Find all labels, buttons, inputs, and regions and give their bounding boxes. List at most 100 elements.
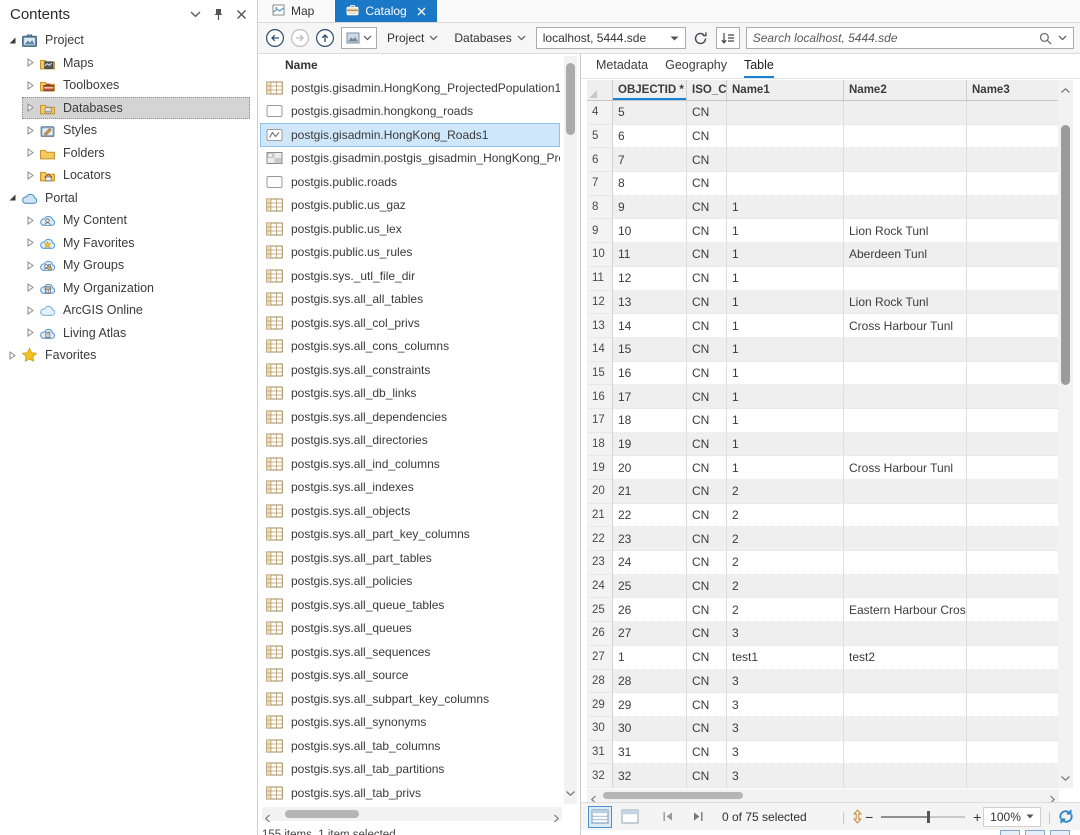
cell[interactable]: Cross Harbour Tunl: [844, 314, 967, 338]
tree-item-toolboxes[interactable]: Toolboxes: [22, 74, 250, 97]
list-item-postgis-gisadmin-hongkong-roads[interactable]: postgis.gisadmin.hongkong_roads: [260, 100, 560, 124]
cell[interactable]: 21: [613, 480, 687, 504]
cell[interactable]: CN: [687, 433, 727, 457]
cell[interactable]: 5: [613, 101, 687, 125]
list-item-postgis-sys-all-queues[interactable]: postgis.sys.all_queues: [260, 617, 560, 641]
row-number[interactable]: 23: [587, 551, 613, 575]
cell[interactable]: [844, 338, 967, 362]
close-pane-icon[interactable]: [236, 9, 247, 20]
cell[interactable]: 1: [727, 409, 844, 433]
scroll-down-icon[interactable]: [565, 784, 576, 802]
cell[interactable]: [844, 433, 967, 457]
cell[interactable]: [844, 172, 967, 196]
cell[interactable]: 16: [613, 362, 687, 386]
cell[interactable]: CN: [687, 670, 727, 694]
tree-item-my-content[interactable]: My Content: [22, 209, 250, 232]
row-number[interactable]: 32: [587, 764, 613, 788]
list-item-postgis-sys-all-constraints[interactable]: postgis.sys.all_constraints: [260, 358, 560, 382]
cell[interactable]: CN: [687, 243, 727, 267]
tree-item-my-organization[interactable]: My Organization: [22, 277, 250, 300]
tree-item-my-groups[interactable]: My Groups: [22, 254, 250, 277]
zoom-level-dropdown[interactable]: 100%: [983, 807, 1041, 827]
cell[interactable]: 3: [727, 764, 844, 788]
cell[interactable]: test2: [844, 646, 967, 670]
row-number[interactable]: 22: [587, 527, 613, 551]
cell[interactable]: 27: [613, 622, 687, 646]
cell[interactable]: 26: [613, 598, 687, 622]
column-header-iso-cc[interactable]: ISO_CC: [687, 80, 727, 101]
cell[interactable]: CN: [687, 456, 727, 480]
cell[interactable]: 1: [727, 362, 844, 386]
cell[interactable]: [967, 598, 1059, 622]
scrollbar-thumb[interactable]: [603, 792, 743, 799]
list-item-postgis-sys-all-policies[interactable]: postgis.sys.all_policies: [260, 570, 560, 594]
tree-item-maps[interactable]: Maps: [22, 52, 250, 75]
cell[interactable]: [844, 267, 967, 291]
scrollbar-thumb[interactable]: [1061, 125, 1070, 385]
cell[interactable]: [967, 267, 1059, 291]
caret-expanded-icon[interactable]: [5, 193, 20, 202]
tree-item-arcgis-online[interactable]: ArcGIS Online: [22, 299, 250, 322]
cell[interactable]: CN: [687, 125, 727, 149]
cell[interactable]: [844, 196, 967, 220]
last-record-button[interactable]: [686, 806, 710, 828]
cell[interactable]: [967, 433, 1059, 457]
cell[interactable]: 1: [727, 267, 844, 291]
cell[interactable]: 2: [727, 551, 844, 575]
cell[interactable]: 1: [727, 433, 844, 457]
cell[interactable]: test1: [727, 646, 844, 670]
zoom-in-button[interactable]: +: [971, 809, 983, 825]
cell[interactable]: 1: [727, 314, 844, 338]
cell[interactable]: [967, 527, 1059, 551]
pane-menu-chevron-icon[interactable]: [190, 11, 201, 18]
cell[interactable]: [727, 172, 844, 196]
cell[interactable]: CN: [687, 314, 727, 338]
cell[interactable]: 1: [727, 243, 844, 267]
caret-collapsed-icon[interactable]: [23, 171, 38, 180]
cell[interactable]: 28: [613, 670, 687, 694]
caret-collapsed-icon[interactable]: [23, 261, 38, 270]
cell[interactable]: 8: [613, 172, 687, 196]
cell[interactable]: [967, 219, 1059, 243]
row-number[interactable]: 27: [587, 646, 613, 670]
caret-collapsed-icon[interactable]: [23, 283, 38, 292]
cell[interactable]: 30: [613, 717, 687, 741]
cell[interactable]: [844, 125, 967, 149]
cell[interactable]: 23: [613, 527, 687, 551]
list-item-postgis-sys-all-part-tables[interactable]: postgis.sys.all_part_tables: [260, 546, 560, 570]
cell[interactable]: Cross Harbour Tunl: [844, 456, 967, 480]
table-view-button[interactable]: [588, 806, 612, 828]
cell[interactable]: 9: [613, 196, 687, 220]
tree-item-project[interactable]: Project: [4, 29, 250, 52]
cell[interactable]: [967, 196, 1059, 220]
list-item-postgis-public-roads[interactable]: postgis.public.roads: [260, 170, 560, 194]
row-number[interactable]: 7: [587, 172, 613, 196]
cell[interactable]: Eastern Harbour Cross...: [844, 598, 967, 622]
cell[interactable]: [844, 693, 967, 717]
cell[interactable]: 2: [727, 480, 844, 504]
cell[interactable]: [844, 575, 967, 599]
cell[interactable]: [967, 480, 1059, 504]
cell[interactable]: [967, 693, 1059, 717]
list-item-postgis-sys-all-cons-columns[interactable]: postgis.sys.all_cons_columns: [260, 335, 560, 359]
tree-item-favorites[interactable]: Favorites: [4, 344, 250, 367]
scroll-up-icon[interactable]: [1060, 81, 1071, 99]
list-item-postgis-sys-all-dependencies[interactable]: postgis.sys.all_dependencies: [260, 405, 560, 429]
cell[interactable]: [727, 125, 844, 149]
tab-catalog[interactable]: Catalog: [335, 0, 436, 22]
cell[interactable]: 13: [613, 291, 687, 315]
tree-item-my-favorites[interactable]: My Favorites: [22, 232, 250, 255]
caret-collapsed-icon[interactable]: [23, 103, 38, 112]
name-column-header[interactable]: Name: [258, 54, 580, 76]
cell[interactable]: [967, 362, 1059, 386]
cell[interactable]: 17: [613, 385, 687, 409]
list-item-postgis-sys-all-queue-tables[interactable]: postgis.sys.all_queue_tables: [260, 593, 560, 617]
row-number[interactable]: 24: [587, 575, 613, 599]
list-item-postgis-sys-all-subpart-key-columns[interactable]: postgis.sys.all_subpart_key_columns: [260, 687, 560, 711]
forward-button[interactable]: [289, 28, 310, 49]
column-header-name3[interactable]: Name3: [967, 80, 1059, 101]
cell[interactable]: [967, 764, 1059, 788]
scroll-down-icon[interactable]: [1060, 769, 1071, 787]
cell[interactable]: [967, 385, 1059, 409]
breadcrumb-project[interactable]: Project: [381, 31, 444, 45]
